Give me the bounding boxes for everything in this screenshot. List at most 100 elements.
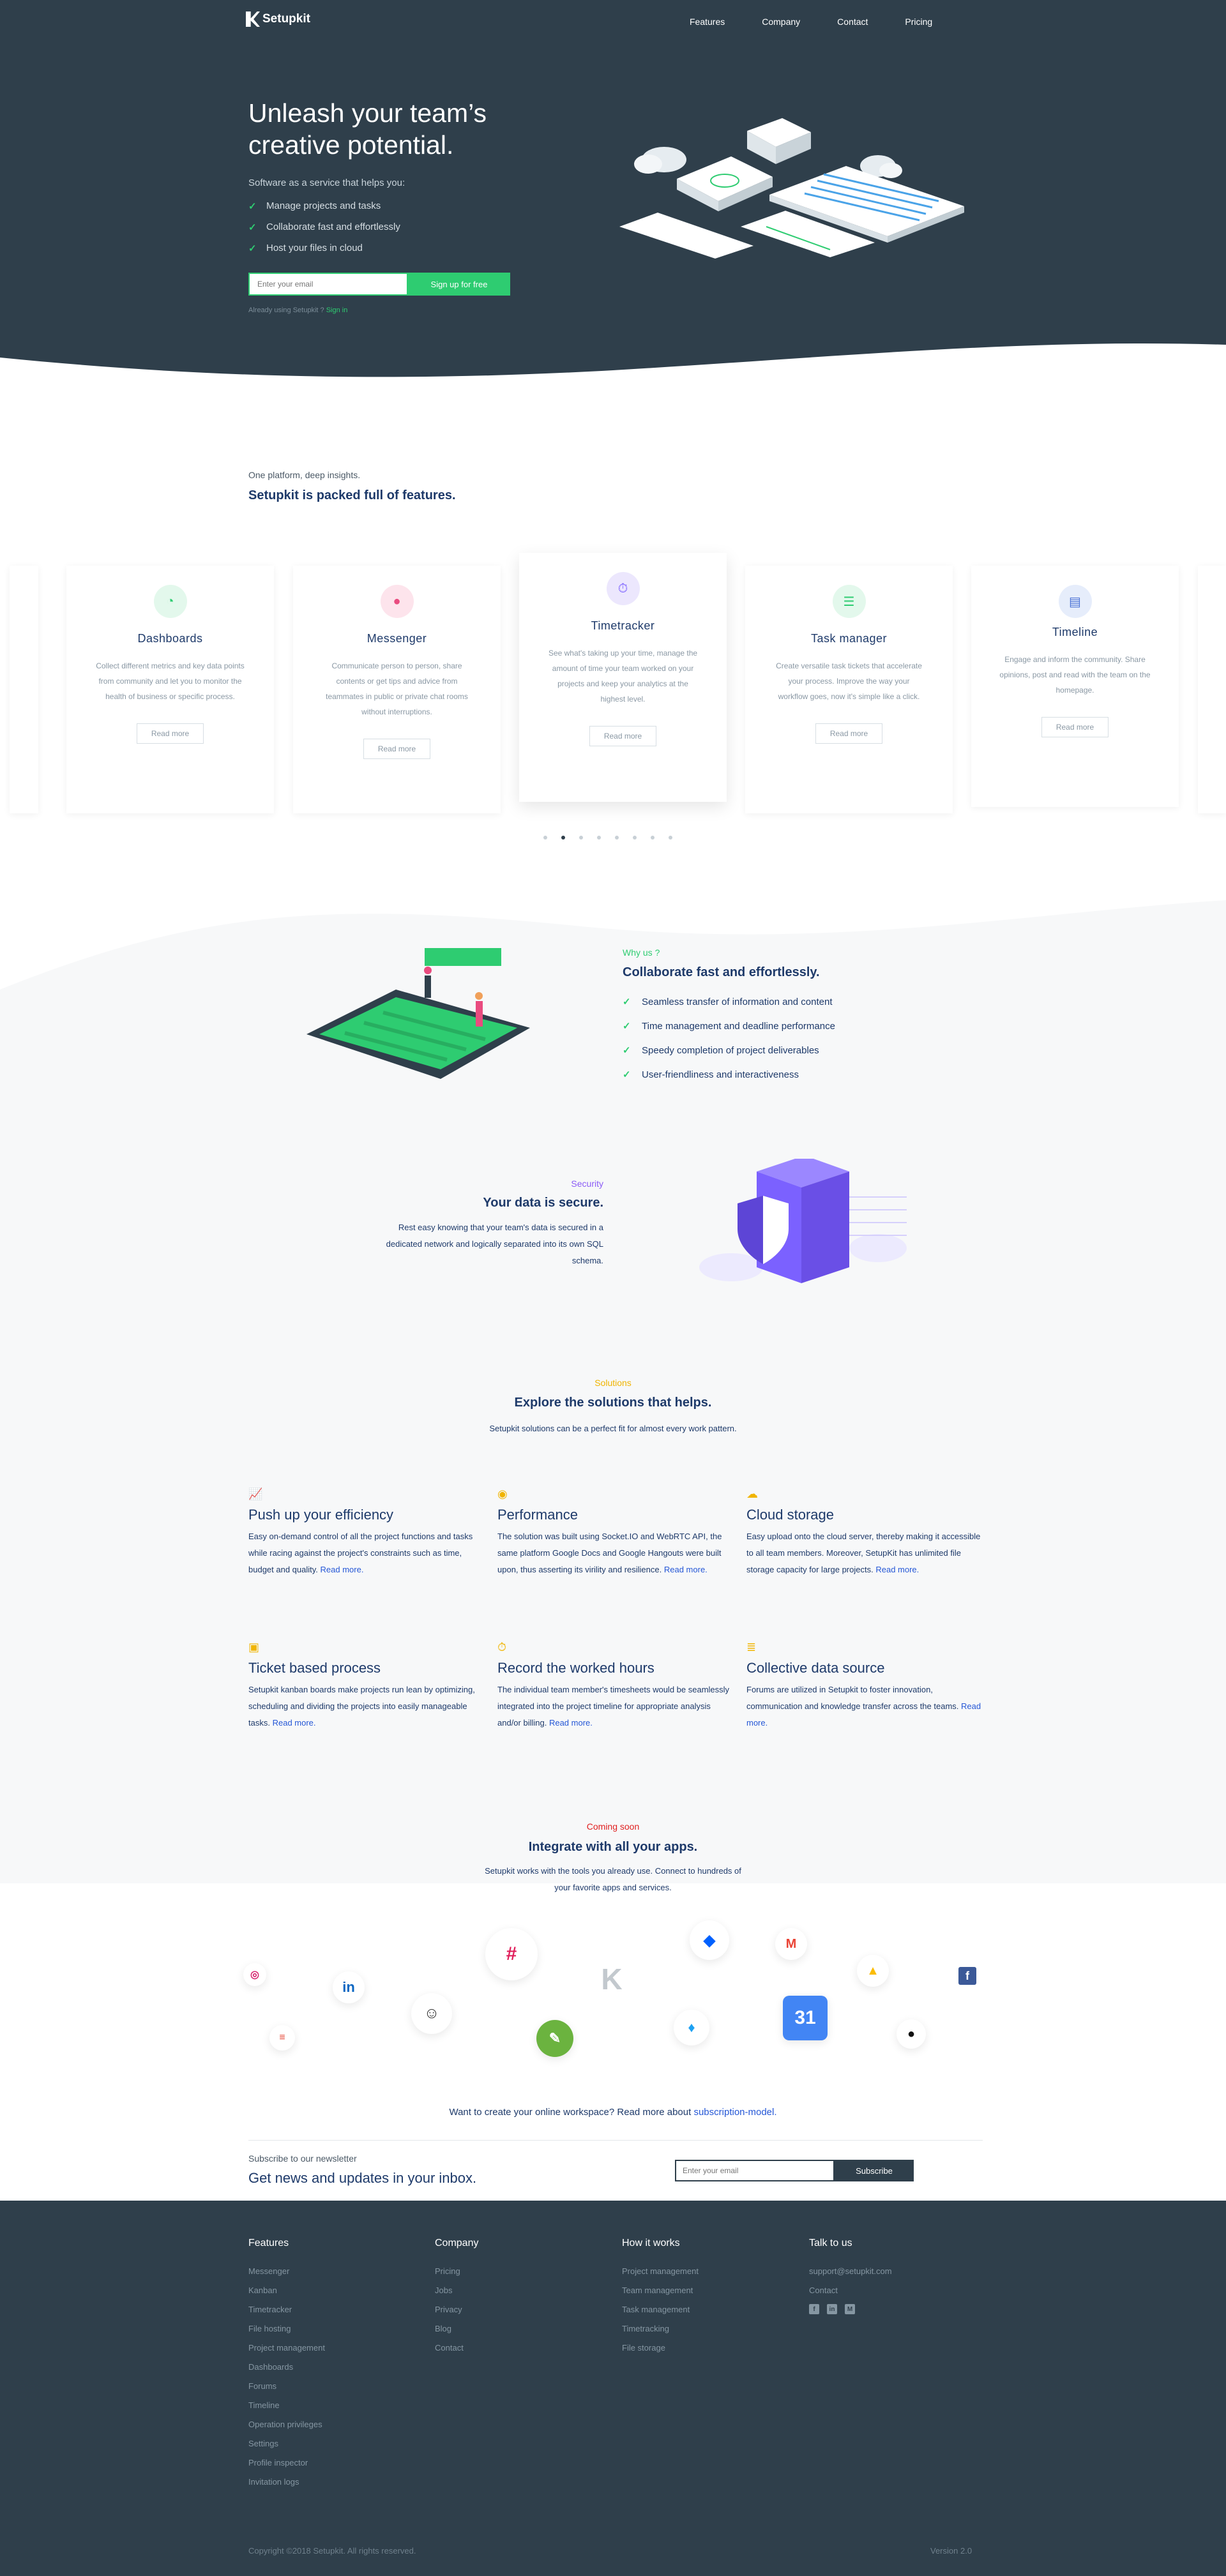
read-more-button[interactable]: Read more xyxy=(136,723,204,744)
brand-logo[interactable]: Setupkit xyxy=(246,11,310,27)
linkedin-icon[interactable]: in xyxy=(827,2304,837,2314)
footer-col-title: Features xyxy=(248,2238,289,2248)
nav-contact[interactable]: Contact xyxy=(837,17,868,27)
twitter-icon[interactable]: ♦ xyxy=(674,2010,709,2045)
footer-link[interactable]: Dashboards xyxy=(248,2358,325,2377)
dropbox-icon[interactable]: ◆ xyxy=(690,1920,729,1960)
footer-link[interactable]: Task management xyxy=(622,2300,699,2319)
footer-link[interactable]: Team management xyxy=(622,2281,699,2300)
carousel-dot[interactable] xyxy=(543,836,547,840)
subscription-model-link[interactable]: subscription-model. xyxy=(693,2107,776,2118)
footer-link[interactable]: Operation privileges xyxy=(248,2415,325,2434)
footer-link[interactable]: Profile inspector xyxy=(248,2453,325,2473)
medium-icon[interactable]: M xyxy=(845,2304,855,2314)
pie-chart-icon: ◔ xyxy=(153,585,187,618)
footer-link[interactable]: Privacy xyxy=(435,2300,478,2319)
footer-link[interactable]: support@setupkit.com xyxy=(809,2262,892,2281)
subscription-cta: Want to create your online workspace? Re… xyxy=(0,2107,1226,2118)
read-more-link[interactable]: Read more. xyxy=(549,1718,593,1728)
footer-link[interactable]: Blog xyxy=(435,2319,478,2339)
read-more-link[interactable]: Read more. xyxy=(664,1565,708,1574)
check-icon: ✓ xyxy=(623,1045,631,1056)
newsletter-email-input[interactable] xyxy=(675,2160,835,2181)
footer-link[interactable]: Contact xyxy=(809,2281,892,2300)
subscribe-button[interactable]: Subscribe xyxy=(835,2160,914,2181)
footer-link[interactable]: Timetracking xyxy=(622,2319,699,2339)
setupkit-icon[interactable]: K xyxy=(593,1960,631,1998)
evernote-icon[interactable]: ✎ xyxy=(536,2020,573,2057)
hero-email-input[interactable] xyxy=(248,273,408,296)
google-drive-icon[interactable]: ▲ xyxy=(857,1955,889,1987)
feature-card-timetracker: ⏱ Timetracker See what's taking up your … xyxy=(519,553,727,802)
github-icon[interactable]: ● xyxy=(897,2019,926,2049)
facebook-icon[interactable]: f xyxy=(809,2304,819,2314)
signup-button[interactable]: Sign up for free xyxy=(408,273,510,296)
line-chart-icon: 📈 xyxy=(248,1488,263,1500)
ticket-icon: ▣ xyxy=(248,1641,260,1653)
read-more-link[interactable]: Read more. xyxy=(321,1565,364,1574)
facebook-glyph: f xyxy=(958,1967,976,1985)
mailchimp-icon[interactable]: ☺ xyxy=(411,1993,452,2034)
footer-link[interactable]: Timetracker xyxy=(248,2300,325,2319)
nav-company[interactable]: Company xyxy=(762,17,800,27)
carousel-dot[interactable] xyxy=(561,836,565,840)
checklist-icon: ☰ xyxy=(832,585,866,618)
footer-link[interactable]: Kanban xyxy=(248,2281,325,2300)
carousel-dot[interactable] xyxy=(669,836,672,840)
read-more-button[interactable]: Read more xyxy=(589,726,657,746)
nav-features[interactable]: Features xyxy=(690,17,725,27)
card-title: Messenger xyxy=(367,632,427,645)
solution-text: The solution was built using Socket.IO a… xyxy=(497,1528,734,1578)
solution-worked-hours: ⏱ Record the worked hours The individual… xyxy=(497,1641,734,1731)
carousel-dot[interactable] xyxy=(651,836,655,840)
solution-title: Collective data source xyxy=(746,1660,885,1676)
check-icon: ✓ xyxy=(248,243,257,254)
instagram-icon[interactable]: ◎ xyxy=(243,1963,266,1986)
footer-link[interactable]: Settings xyxy=(248,2434,325,2453)
footer-link[interactable]: Project management xyxy=(248,2339,325,2358)
hero-bullet: ✓ Collaborate fast and effortlessly xyxy=(248,216,400,237)
carousel-dot[interactable] xyxy=(597,836,601,840)
read-more-button[interactable]: Read more xyxy=(1041,717,1109,737)
card-text: Collect different metrics and key data p… xyxy=(96,661,245,701)
footer-link[interactable]: Pricing xyxy=(435,2262,478,2281)
footer-link[interactable]: File storage xyxy=(622,2339,699,2358)
solutions-section-background xyxy=(0,1283,1226,1883)
cta-text: Want to create your online workspace? Re… xyxy=(449,2107,692,2118)
carousel-dot[interactable] xyxy=(633,836,637,840)
newsletter-divider xyxy=(248,2140,983,2141)
read-more-link[interactable]: Read more. xyxy=(875,1565,919,1574)
hero-wave xyxy=(0,343,1226,409)
linkedin-icon[interactable]: in xyxy=(333,1971,365,2003)
carousel-dot[interactable] xyxy=(579,836,583,840)
slack-icon[interactable]: # xyxy=(485,1928,538,1980)
hero-subtitle: Software as a service that helps you: xyxy=(248,177,405,188)
footer-link[interactable]: Forums xyxy=(248,2377,325,2396)
footer-link[interactable]: Contact xyxy=(435,2339,478,2358)
footer-link[interactable]: Jobs xyxy=(435,2281,478,2300)
todoist-icon[interactable]: ≡ xyxy=(269,2025,295,2051)
read-more-button[interactable]: Read more xyxy=(815,723,883,744)
integrations-kicker: Coming soon xyxy=(586,1821,640,1832)
carousel-dot[interactable] xyxy=(615,836,619,840)
features-kicker: One platform, deep insights. xyxy=(248,470,361,480)
footer-link[interactable]: Messenger xyxy=(248,2262,325,2281)
cloud-icon: ☁ xyxy=(746,1488,758,1500)
google-calendar-icon[interactable]: 31 xyxy=(783,1996,828,2040)
nav-pricing[interactable]: Pricing xyxy=(905,17,932,27)
feature-card-messenger: ● Messenger Communicate person to person… xyxy=(293,566,501,813)
integrations-title: Integrate with all your apps. xyxy=(528,1840,698,1854)
footer-link[interactable]: File hosting xyxy=(248,2319,325,2339)
read-more-button[interactable]: Read more xyxy=(363,739,431,759)
read-more-link[interactable]: Read more. xyxy=(273,1718,316,1728)
feature-card-dashboards: ◔ Dashboards Collect different metrics a… xyxy=(66,566,274,813)
why-bullets: ✓ Seamless transfer of information and co… xyxy=(623,990,835,1087)
footer-link[interactable]: Invitation logs xyxy=(248,2473,325,2492)
footer-link[interactable]: Project management xyxy=(622,2262,699,2281)
gmail-icon[interactable]: M xyxy=(775,1928,807,1960)
facebook-icon[interactable]: f xyxy=(955,1964,980,1988)
signin-link[interactable]: Sign in xyxy=(326,306,348,314)
newsletter-form: Subscribe xyxy=(675,2160,914,2181)
solution-text: The individual team member's timesheets … xyxy=(497,1682,734,1731)
footer-link[interactable]: Timeline xyxy=(248,2396,325,2415)
